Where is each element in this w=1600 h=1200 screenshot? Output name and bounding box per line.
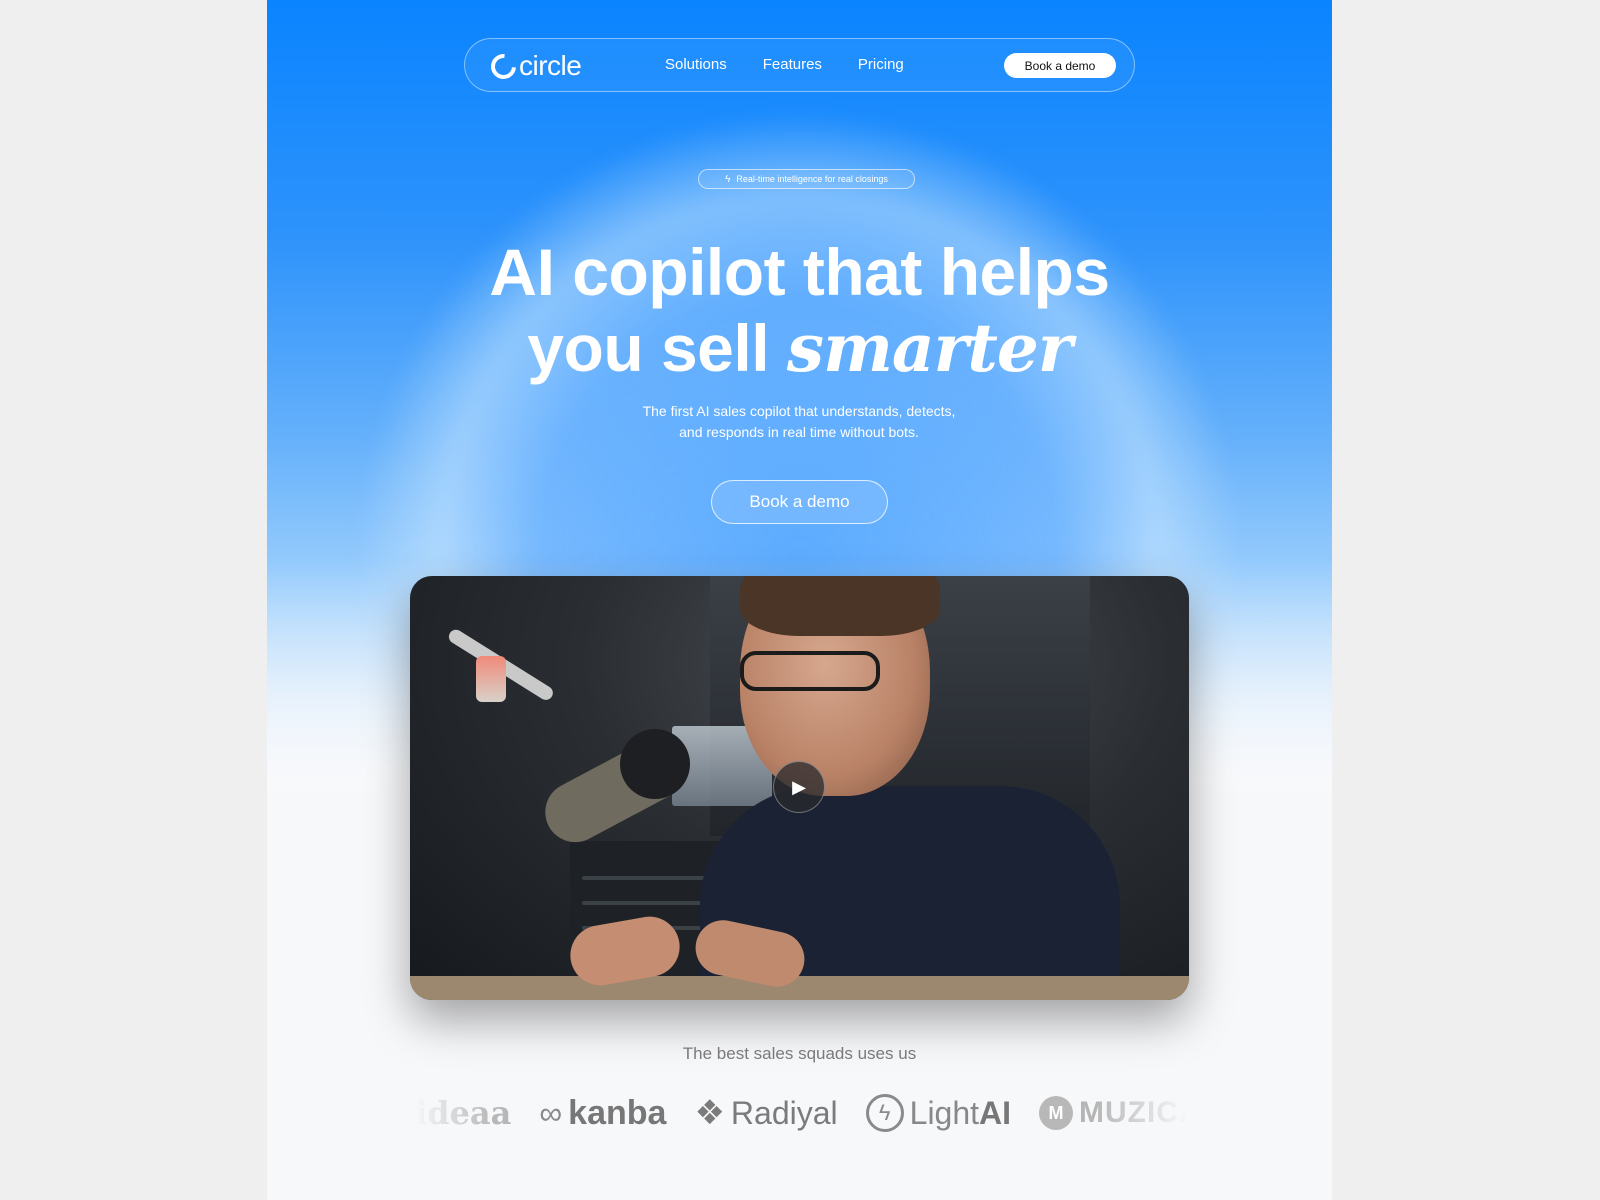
- logo-radiyal: ❖ Radiyal: [694, 1093, 837, 1133]
- announcement-badge: ϟ Real-time intelligence for real closin…: [698, 169, 915, 189]
- nav-links: Solutions Features Pricing: [665, 56, 904, 73]
- hero-book-demo-button[interactable]: Book a demo: [711, 480, 888, 524]
- headline-line-1: AI copilot that helps: [489, 235, 1110, 309]
- circle-logo-icon: [485, 48, 522, 84]
- logo-ideaa-text: ideaa: [415, 1094, 512, 1132]
- video-mic-light: [476, 656, 506, 702]
- nav-link-features[interactable]: Features: [763, 56, 822, 73]
- customer-logo-strip: ideaa ∞ kanba ❖ Radiyal ϟ LightAI M MUZI…: [415, 1088, 1187, 1138]
- logo-kanba: ∞ kanba: [539, 1094, 666, 1133]
- subtitle-line-2: and responds in real time without bots.: [679, 424, 919, 440]
- headline-line-2: you sell: [527, 311, 787, 385]
- landing-page: circle Solutions Features Pricing Book a…: [267, 0, 1332, 1200]
- hero-headline: AI copilot that helps you sell smarter: [367, 234, 1232, 386]
- logo-muzica: M MUZICA: [1039, 1096, 1187, 1130]
- video-person-glasses: [740, 651, 880, 691]
- bolt-circle-icon: ϟ: [865, 1094, 904, 1132]
- video-desk: [410, 976, 1189, 1000]
- logo-lightai-text: LightAI: [910, 1095, 1011, 1132]
- logo-radiyal-text: Radiyal: [730, 1094, 838, 1131]
- video-person-hair: [740, 576, 940, 636]
- demo-video[interactable]: ▶: [410, 576, 1189, 1000]
- top-navbar: circle Solutions Features Pricing Book a…: [464, 38, 1135, 92]
- nav-link-solutions[interactable]: Solutions: [665, 56, 727, 73]
- m-circle-icon: M: [1039, 1096, 1074, 1130]
- logo[interactable]: circle: [485, 48, 582, 84]
- play-icon[interactable]: ▶: [773, 761, 825, 813]
- social-proof-heading: The best sales squads uses us: [682, 1044, 917, 1063]
- lightning-icon: ϟ: [725, 173, 731, 185]
- video-mic-windscreen: [620, 729, 690, 799]
- interlocking-rings-icon: ∞: [539, 1094, 563, 1131]
- logo-light-part: Light: [909, 1094, 980, 1131]
- hero-subtitle: The first AI sales copilot that understa…: [549, 401, 1049, 443]
- nav-link-pricing[interactable]: Pricing: [858, 56, 904, 73]
- logo-lightai: ϟ LightAI: [865, 1094, 1011, 1132]
- pinwheel-icon: ❖: [694, 1094, 725, 1132]
- nav-book-demo-button[interactable]: Book a demo: [1004, 53, 1116, 78]
- logo-ai-part: AI: [979, 1094, 1012, 1131]
- logo-text: circle: [519, 50, 582, 81]
- logo-ideaa: ideaa: [415, 1094, 511, 1132]
- badge-text: Real-time intelligence for real closings: [736, 174, 888, 184]
- logo-kanba-text: kanba: [568, 1093, 667, 1132]
- logo-muzica-text: MUZICA: [1079, 1096, 1187, 1129]
- headline-accent: smarter: [786, 309, 1073, 387]
- subtitle-line-1: The first AI sales copilot that understa…: [642, 403, 956, 419]
